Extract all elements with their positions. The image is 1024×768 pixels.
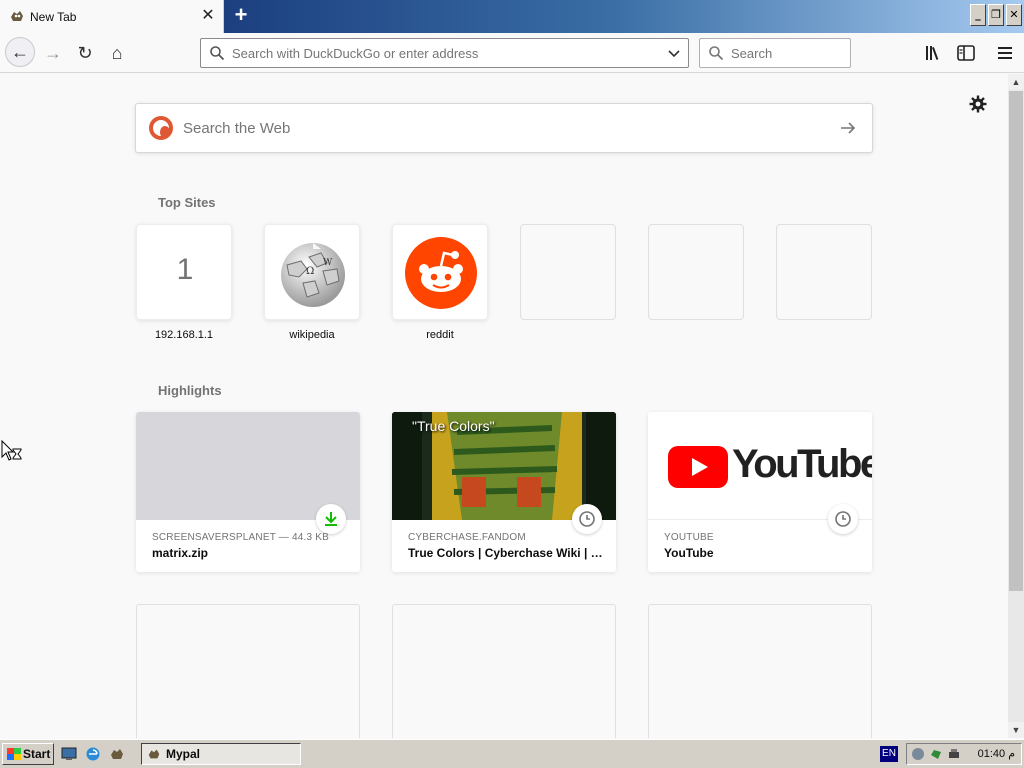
start-button[interactable]: Start [2,743,54,765]
top-site-tile[interactable] [392,224,488,320]
card-title: YouTube [664,546,714,560]
antivirus-icon[interactable] [929,747,943,761]
empty-highlight-slot [136,604,360,738]
clock-icon [572,504,602,534]
navigation-toolbar: ← → ↻ ⌂ [0,33,1024,73]
tab-new-tab[interactable]: New Tab ✕ [0,0,224,33]
clock-icon [828,504,858,534]
svg-text:Ω: Ω [306,266,314,277]
taskbar-item-mypal[interactable]: Mypal [141,743,301,765]
top-site-label[interactable]: wikipedia [264,329,360,341]
tile-letter: 1 [176,253,194,286]
empty-top-site-slot [648,224,744,320]
forward-button[interactable]: → [39,39,67,67]
reddit-alien-icon [405,237,477,309]
gear-icon[interactable] [968,94,988,114]
web-search-input[interactable] [183,104,823,152]
youtube-play-icon [668,446,728,488]
taskbar-item-label: Mypal [166,747,201,761]
youtube-logo-text: YouTube [732,442,872,486]
top-site-tile[interactable]: Ω W [264,224,360,320]
highlights-heading: Highlights [158,383,222,398]
url-bar[interactable] [200,38,689,68]
empty-highlight-slot [392,604,616,738]
vertical-scrollbar[interactable]: ▲ ▼ [1008,74,1024,738]
search-bar[interactable] [699,38,851,68]
card-title: matrix.zip [152,546,209,560]
taskbar: Start Mypal EN 01:40 م [0,739,1024,768]
card-source: YOUTUBE [664,532,714,543]
mypal-icon [148,749,160,759]
search-icon [210,46,225,61]
network-icon[interactable] [911,747,925,761]
empty-top-site-slot [520,224,616,320]
restore-button[interactable]: ❐ [988,4,1004,26]
svg-text:W: W [323,258,333,268]
search-input[interactable] [731,39,846,67]
empty-top-site-slot [776,224,872,320]
new-tab-button[interactable]: + [230,4,252,27]
wikipedia-globe-icon: Ω W [281,243,345,307]
home-button[interactable]: ⌂ [103,39,131,67]
top-sites-heading: Top Sites [158,195,216,210]
search-icon [709,46,724,61]
card-title: True Colors | Cyberchase Wiki | Fandom [408,546,603,560]
desktop-icon[interactable] [61,746,77,762]
arrow-right-icon[interactable] [838,118,858,138]
card-source: CYBERCHASE.FANDOM [408,532,526,543]
library-icon[interactable] [923,42,945,64]
scroll-down-arrow-icon[interactable]: ▼ [1008,722,1024,738]
close-window-button[interactable]: ✕ [1006,4,1022,26]
mypal-icon[interactable] [109,746,125,762]
windows-flag-icon [7,748,21,760]
back-button[interactable]: ← [5,37,35,67]
top-site-label[interactable]: reddit [392,329,488,341]
duckduckgo-icon [149,116,173,140]
tab-close-icon[interactable]: ✕ [200,8,216,24]
busy-cursor-icon [1,440,22,461]
thumbnail-caption: "True Colors" [412,418,495,434]
highlight-card[interactable]: YouTube YOUTUBE YouTube [648,412,872,572]
highlight-card[interactable]: "True Colors" CYBERCHASE.FANDOM True Col… [392,412,616,572]
web-search-box[interactable] [135,103,873,153]
empty-highlight-slot [648,604,872,738]
printer-icon[interactable] [947,747,961,761]
url-input[interactable] [232,39,652,67]
clock: 01:40 م [977,748,1015,760]
minimize-button[interactable]: _ [970,4,986,26]
start-label: Start [23,747,51,761]
sidebar-icon[interactable] [955,42,977,64]
reload-button[interactable]: ↻ [71,39,99,67]
hamburger-menu-icon[interactable] [994,42,1016,64]
internet-explorer-icon[interactable] [85,746,101,762]
top-site-label[interactable]: 192.168.1.1 [136,329,232,341]
mypal-icon [11,11,23,21]
scrollbar-thumb[interactable] [1009,91,1023,591]
tab-title: New Tab [30,10,77,24]
new-tab-page: Top Sites 1 192.168.1.1 Ω W wikipedia re… [0,74,1008,738]
download-icon [316,504,346,534]
top-site-tile[interactable]: 1 [136,224,232,320]
system-tray: 01:40 م [906,743,1022,765]
card-source: SCREENSAVERSPLANET — 44.3 KB [152,532,329,543]
chevron-down-icon[interactable] [666,45,682,61]
highlight-card[interactable]: SCREENSAVERSPLANET — 44.3 KB matrix.zip [136,412,360,572]
window-controls: _ ❐ ✕ [970,4,1022,26]
language-indicator[interactable]: EN [880,746,898,762]
scroll-up-arrow-icon[interactable]: ▲ [1008,74,1024,90]
tab-strip: New Tab ✕ + _ ❐ ✕ [0,0,1024,33]
